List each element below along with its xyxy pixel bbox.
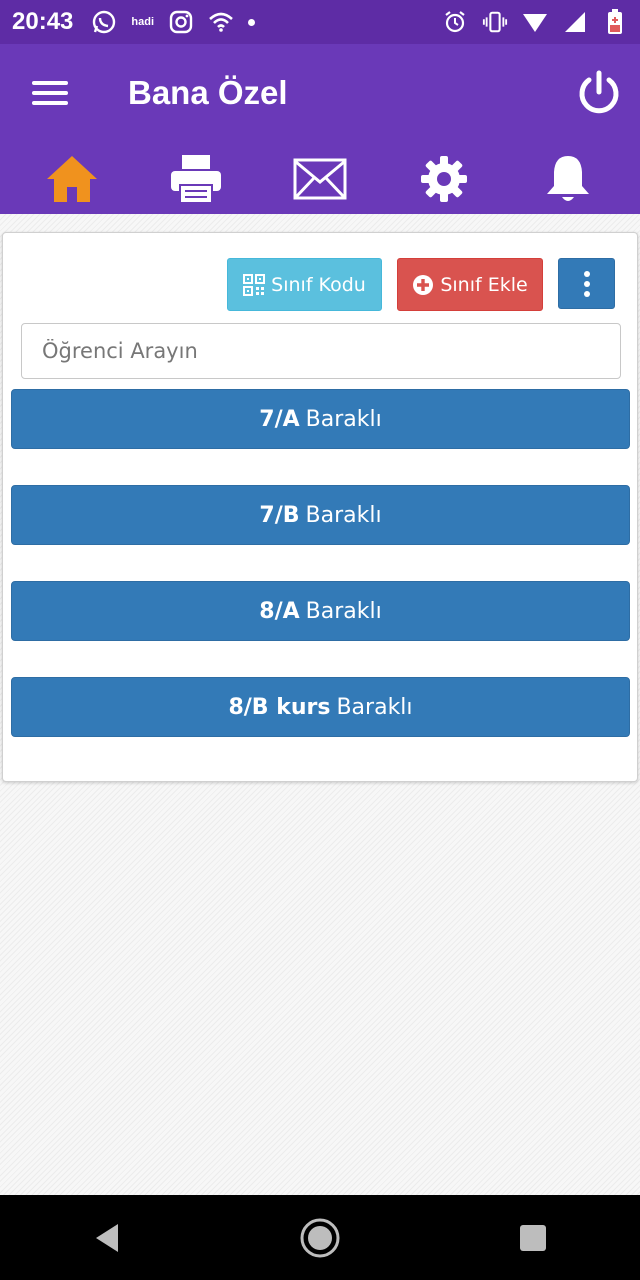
class-school: Baraklı [305,598,382,624]
more-vertical-icon [583,270,590,277]
tab-settings[interactable] [412,147,476,211]
hadi-icon: hadi [131,16,155,28]
class-name: 8/A [259,598,300,624]
student-search-input[interactable] [21,323,621,379]
dot-icon [248,18,256,26]
add-class-label: Sınıf Ekle [440,273,528,296]
power-icon[interactable] [574,68,624,118]
signal-bars-icon [562,9,588,35]
app-bar: Bana Özel [0,44,640,144]
system-nav-bar [0,1195,640,1280]
back-icon[interactable] [77,1208,137,1268]
class-name: 7/B [259,502,300,528]
class-school: Baraklı [305,406,382,432]
vibrate-icon [482,9,508,35]
class-school: Baraklı [305,502,382,528]
alarm-icon [442,9,468,35]
instagram-icon [168,9,194,35]
signal-icon [522,9,548,35]
hamburger-menu-icon[interactable] [30,76,70,110]
class-school: Baraklı [336,694,413,720]
class-name: 7/A [259,406,300,432]
more-options-button[interactable] [558,258,615,309]
plus-circle-icon [413,274,434,295]
tab-bar [0,144,640,214]
class-item-8a[interactable]: 8/A Baraklı [11,581,630,641]
home-nav-icon[interactable] [290,1208,350,1268]
class-code-button[interactable]: Sınıf Kodu [227,258,382,311]
class-name: 8/B kurs [228,694,331,720]
qr-code-icon [243,273,266,296]
gear-icon [421,156,467,202]
status-bar: 20:43 hadi [0,0,640,44]
page-title: Bana Özel [128,74,288,111]
mail-icon [293,158,347,200]
wifi-icon [208,9,234,35]
class-list-card: Sınıf Kodu Sınıf Ekle 7/A Baraklı 7/B Ba… [2,232,638,782]
bell-icon [547,156,589,201]
add-class-button[interactable]: Sınıf Ekle [397,258,543,311]
home-icon [47,156,97,202]
class-code-label: Sınıf Kodu [271,273,366,296]
tab-print[interactable] [164,147,228,211]
whatsapp-icon [91,9,117,35]
status-time: 20:43 [12,8,74,35]
class-item-8b-kurs[interactable]: 8/B kurs Baraklı [11,677,630,737]
tab-notifications[interactable] [536,147,600,211]
tab-home[interactable] [40,147,104,211]
tab-mail[interactable] [288,147,352,211]
class-item-7a[interactable]: 7/A Baraklı [11,389,630,449]
class-item-7b[interactable]: 7/B Baraklı [11,485,630,545]
battery-icon [602,9,628,35]
printer-icon [171,155,221,204]
recents-icon[interactable] [503,1208,563,1268]
